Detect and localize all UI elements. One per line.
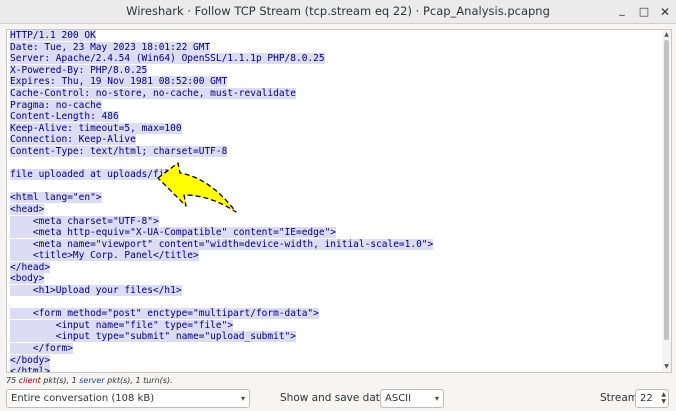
client-label: client (18, 376, 41, 385)
stream-line-text: <meta name="viewport" content="width=dev… (10, 238, 434, 250)
stream-line (10, 158, 660, 170)
data-format-select[interactable]: ASCII ▾ (380, 389, 444, 408)
stream-line-text: </html> (10, 366, 51, 372)
stream-line: <meta name="viewport" content="width=dev… (10, 238, 660, 251)
stream-line-text: <form method="post" enctype="multipart/f… (10, 308, 319, 320)
stream-label: Stream (600, 392, 638, 404)
stream-line: HTTP/1.1 200 OK (10, 30, 660, 42)
packet-summary: 75 client pkt(s), 1 server pkt(s), 1 tur… (6, 376, 173, 385)
minimize-icon[interactable]: _ (612, 0, 632, 20)
stream-line: <input name="file" type="file"> (10, 319, 660, 332)
stream-line: <input type="submit" name="upload_submit… (10, 331, 660, 343)
stream-text: HTTP/1.1 200 OK Date: Tue, 23 May 2023 18… (10, 30, 660, 372)
stream-line (10, 297, 660, 309)
stream-line-text: Expires: Thu, 19 Nov 1981 08:52:00 GMT (10, 76, 228, 88)
stream-line: <html lang="en"> (10, 192, 660, 204)
spin-arrows[interactable]: ▲ ▼ (661, 391, 666, 405)
client-packet-count: 75 (6, 376, 17, 385)
stream-line: </form> (10, 343, 660, 355)
stream-line-text: X-Powered-By: PHP/8.0.25 (10, 64, 148, 76)
bottom-controls: Entire conversation (108 kB) ▾ Show and … (0, 387, 676, 411)
scroll-up-icon[interactable]: ▲ (663, 31, 670, 39)
stream-line-text: Date: Tue, 23 May 2023 18:01:22 GMT (10, 41, 211, 53)
conversation-select[interactable]: Entire conversation (108 kB) ▾ (6, 389, 250, 408)
stream-line: Cache-Control: no-store, no-cache, must-… (10, 87, 660, 100)
stream-line: Date: Tue, 23 May 2023 18:01:22 GMT (10, 41, 660, 54)
stream-line-text: <html lang="en"> (10, 192, 102, 204)
stream-line: file uploaded at uploads/file (10, 169, 660, 181)
stream-line-text: </body> (10, 354, 51, 366)
scroll-thumb[interactable] (664, 40, 669, 340)
stream-line: Keep-Alive: timeout=5, max=100 (10, 122, 660, 135)
stream-line: Content-Length: 486 (10, 111, 660, 123)
stream-line: <meta charset="UTF-8"> (10, 215, 660, 228)
stream-number-spinbox[interactable]: 22 ▲ ▼ (635, 389, 669, 408)
stream-line: <meta http-equiv="X-UA-Compatible" conte… (10, 227, 660, 239)
stream-line-text: <title>My Corp. Panel</title> (10, 250, 199, 262)
stream-line-text: <input name="file" type="file"> (10, 319, 234, 331)
stream-line: <body> (10, 273, 660, 285)
stream-number-value: 22 (640, 393, 653, 404)
stream-line-text: HTTP/1.1 200 OK (10, 30, 96, 41)
stream-line-text: </form> (10, 343, 73, 355)
client-rest: pkt(s), (40, 376, 72, 385)
maximize-icon[interactable]: □ (634, 2, 654, 22)
scroll-down-icon[interactable]: ▼ (663, 363, 670, 371)
stream-line: <form method="post" enctype="multipart/f… (10, 308, 660, 320)
stream-line (10, 181, 660, 193)
stream-line-text: <head> (10, 203, 45, 215)
stream-line-text: Cache-Control: no-store, no-cache, must-… (10, 87, 296, 99)
stream-line: X-Powered-By: PHP/8.0.25 (10, 64, 660, 77)
stream-line: <head> (10, 203, 660, 216)
chevron-down-icon: ▾ (240, 394, 245, 403)
title-bar: Wireshark · Follow TCP Stream (tcp.strea… (0, 0, 676, 24)
stream-line-text: <h1>Upload your files</h1> (10, 285, 182, 297)
stream-content-pane[interactable]: HTTP/1.1 200 OK Date: Tue, 23 May 2023 18… (6, 29, 672, 373)
stream-line: </html> (10, 366, 660, 372)
stream-line-text: <body> (10, 273, 45, 285)
data-format-value: ASCII (385, 393, 412, 404)
stream-line-text: Content-Type: text/html; charset=UTF-8 (10, 145, 228, 157)
stream-line-text: Connection: Keep-Alive (10, 134, 136, 146)
server-label: server (79, 376, 105, 385)
stream-line-text: <input type="submit" name="upload_submit… (10, 331, 296, 343)
stream-line: Content-Type: text/html; charset=UTF-8 (10, 145, 660, 158)
stream-line: <h1>Upload your files</h1> (10, 285, 660, 297)
stream-line-text: Keep-Alive: timeout=5, max=100 (10, 122, 182, 134)
spin-down-icon[interactable]: ▼ (661, 398, 666, 405)
stream-line: Expires: Thu, 19 Nov 1981 08:52:00 GMT (10, 76, 660, 88)
window-title: Wireshark · Follow TCP Stream (tcp.strea… (126, 4, 550, 18)
close-icon[interactable]: ✕ (655, 2, 675, 22)
spin-up-icon[interactable]: ▲ (661, 391, 666, 398)
stream-line: <title>My Corp. Panel</title> (10, 250, 660, 262)
stream-line: Pragma: no-cache (10, 99, 660, 112)
server-rest: pkt(s), 1 turn(s). (104, 376, 173, 385)
stream-line: </head> (10, 261, 660, 274)
annotation-arrow-icon (157, 162, 237, 213)
stream-line-text: </head> (10, 261, 51, 273)
stream-line-text: Server: Apache/2.4.54 (Win64) OpenSSL/1.… (10, 53, 325, 65)
stream-line-text: Pragma: no-cache (10, 99, 102, 111)
chevron-down-icon: ▾ (434, 394, 439, 403)
stream-line-text: <meta http-equiv="X-UA-Compatible" conte… (10, 227, 337, 239)
stream-line: </body> (10, 354, 660, 367)
stream-line: Connection: Keep-Alive (10, 134, 660, 146)
conversation-select-value: Entire conversation (108 kB) (11, 393, 155, 404)
stream-line-text: <meta charset="UTF-8"> (10, 215, 159, 227)
server-packet-count: 1 (71, 376, 77, 385)
stream-line-text: Content-Length: 486 (10, 111, 119, 123)
vertical-scrollbar[interactable]: ▲ ▼ (662, 30, 671, 372)
stream-line: Server: Apache/2.4.54 (Win64) OpenSSL/1.… (10, 53, 660, 65)
